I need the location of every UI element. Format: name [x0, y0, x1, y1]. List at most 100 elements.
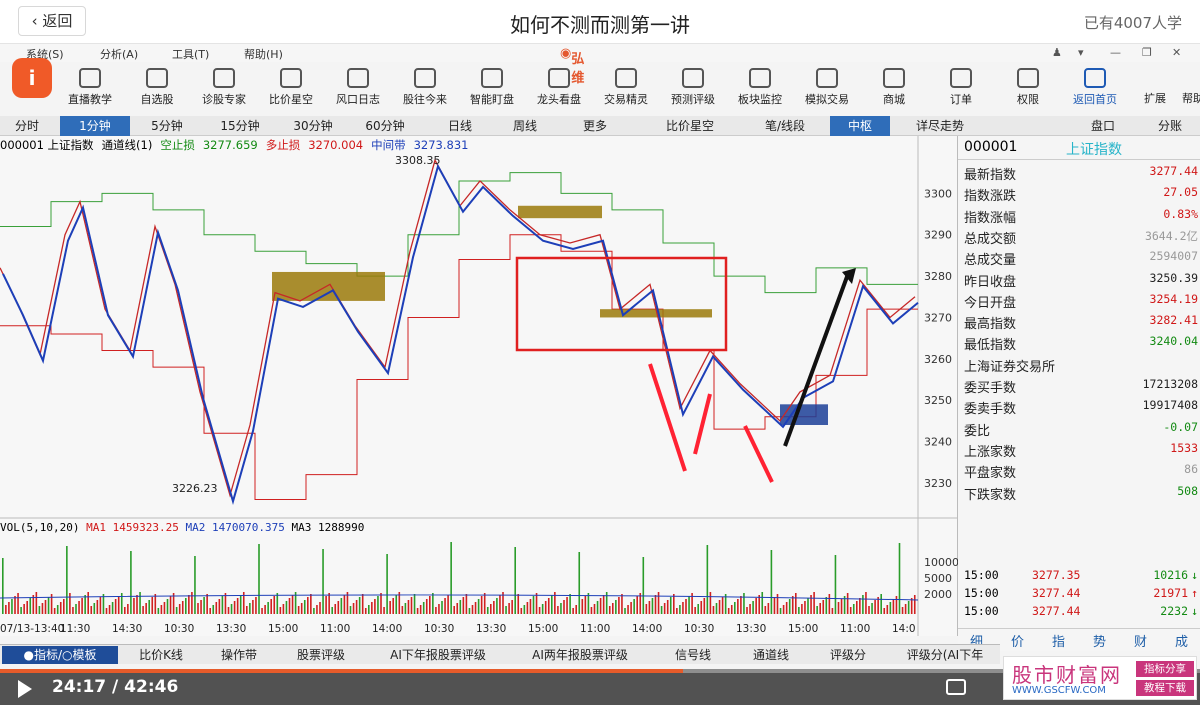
period-tab[interactable]: 盘口 — [1068, 116, 1138, 136]
skin-icon[interactable]: ▾ — [1078, 46, 1084, 59]
toolbar-item[interactable]: 龙头看盘 — [529, 64, 589, 116]
indicator-tab[interactable]: 评级分 — [810, 646, 886, 664]
toolbar-item[interactable]: 订单 — [931, 64, 991, 116]
period-tab[interactable]: 日线 — [430, 116, 490, 136]
quote-tab[interactable]: 成 — [1175, 631, 1188, 650]
volume-bar — [380, 593, 382, 614]
quote-row-value: 3254.19 — [1149, 291, 1198, 306]
time-tick-label: 07/13-13:40 — [0, 623, 64, 635]
toolbar-item-label: 诊股专家 — [202, 93, 246, 106]
volume-bar — [676, 608, 678, 614]
indicator-tab[interactable]: 通道线 — [735, 646, 807, 664]
toolbar-item[interactable]: 比价星空 — [261, 64, 321, 116]
period-tab[interactable]: 15分钟 — [205, 116, 275, 136]
volume-bar — [904, 604, 907, 614]
toolbar-item[interactable]: 自选股 — [127, 64, 187, 116]
user-icon[interactable]: ♟ — [1052, 46, 1062, 59]
volume-bar — [566, 597, 568, 614]
volume-bar — [465, 594, 468, 614]
caption-icon[interactable] — [946, 679, 966, 695]
indicator-tab[interactable]: 信号线 — [655, 646, 731, 664]
quote-tab[interactable]: 势 — [1093, 631, 1106, 650]
volume-bar — [331, 607, 333, 614]
period-tab[interactable]: 详尽走势 — [895, 116, 985, 136]
indicator-tab[interactable]: ●指标/○模板 — [2, 646, 118, 664]
toolbar-item[interactable]: 风口日志 — [328, 64, 388, 116]
kline-chart[interactable]: 000001 上证指数 通道线(1) 空止损 3277.659 多止损 3270.004 中… — [0, 136, 958, 636]
volume-bar — [779, 608, 782, 614]
period-tab[interactable]: 5分钟 — [132, 116, 202, 136]
volume-bar — [44, 600, 47, 614]
toolbar-item[interactable]: 权限 — [998, 64, 1058, 116]
play-icon[interactable] — [18, 680, 32, 698]
close-icon[interactable]: ✕ — [1172, 46, 1181, 59]
period-tab[interactable]: 30分钟 — [278, 116, 348, 136]
menu-help[interactable]: 帮助(H) — [244, 46, 283, 62]
volume-bar — [374, 599, 376, 614]
quote-row-label: 上海证券交易所 — [964, 359, 1056, 375]
volume-bar — [8, 602, 10, 614]
price-tick-label: 3280 — [924, 270, 952, 283]
volume-bar — [532, 596, 535, 614]
quote-tab[interactable]: 指 — [1052, 631, 1065, 650]
volume-bar — [191, 592, 193, 614]
toolbar-item-icon — [213, 68, 235, 88]
volume-bar — [828, 594, 831, 614]
toolbar-item-label: 商城 — [883, 93, 905, 106]
toolbar-item[interactable]: 模拟交易 — [797, 64, 857, 116]
toolbar-item[interactable]: 预测评级 — [663, 64, 723, 116]
toolbar-item[interactable]: 返回首页 — [1065, 64, 1125, 116]
quote-row-label: 总成交额 — [964, 231, 1017, 247]
video-player[interactable]: 系统(S) 分析(A) 工具(T) 帮助(H) ◉ 弘维 ♟ ▾ — ❐ ✕ i … — [0, 44, 1200, 705]
toolbar-item-icon — [414, 68, 436, 88]
indicator-tab[interactable]: 操作带 — [205, 646, 273, 664]
volume-bar — [557, 606, 559, 614]
toolbar-item[interactable]: 智能盯盘 — [462, 64, 522, 116]
period-tab[interactable]: 分账 — [1140, 116, 1200, 136]
toolbar-item[interactable]: 直播教学 — [60, 64, 120, 116]
volume-bar — [852, 604, 855, 614]
toolbar-item[interactable]: 商城 — [864, 64, 924, 116]
toolbar-item[interactable]: 板块监控 — [730, 64, 790, 116]
indicator-tab[interactable]: 股票评级 — [275, 646, 367, 664]
toolbar-right-item[interactable]: 扩展 — [1138, 64, 1172, 116]
volume-bar — [310, 594, 312, 614]
indicator-tab[interactable]: AI下年报股票评级 — [370, 646, 506, 664]
volume-bar — [871, 603, 873, 614]
quote-tab[interactable]: 价 — [1011, 631, 1024, 650]
volume-bar — [496, 598, 498, 614]
volume-bar — [56, 605, 59, 614]
volume-bar — [865, 592, 867, 614]
minimize-icon[interactable]: — — [1110, 46, 1121, 59]
volume-bar — [111, 602, 114, 614]
toolbar-item[interactable]: 股往今来 — [395, 64, 455, 116]
volume-bar — [602, 595, 605, 614]
volume-bar — [673, 594, 675, 614]
indicator-tab[interactable]: 比价K线 — [120, 646, 202, 664]
indicator-tab[interactable]: AI两年报股票评级 — [510, 646, 650, 664]
indicator-tab[interactable]: 评级分(AI下年 — [890, 646, 1000, 664]
toolbar-item[interactable]: 交易精灵 — [596, 64, 656, 116]
period-tab[interactable]: 笔/线段 — [750, 116, 820, 136]
period-tab[interactable]: 周线 — [495, 116, 555, 136]
ma1-label: MA1 — [86, 521, 106, 534]
quote-row: 总成交额 3644.2亿 — [964, 228, 1200, 249]
toolbar-item[interactable]: 诊股专家 — [194, 64, 254, 116]
volume-bar — [11, 599, 13, 614]
toolbar-right-item[interactable]: 帮助 — [1176, 64, 1200, 116]
quote-tab[interactable]: 财 — [1134, 631, 1147, 650]
volume-bar — [386, 554, 388, 614]
menu-analysis[interactable]: 分析(A) — [100, 46, 138, 62]
period-tab[interactable]: 比价星空 — [640, 116, 740, 136]
period-tab[interactable]: 1分钟 — [60, 116, 130, 136]
volume-bar — [87, 592, 89, 614]
period-tab[interactable]: 更多 — [565, 116, 625, 136]
toolbar-item-label: 订单 — [950, 93, 972, 106]
volume-bar — [907, 601, 910, 614]
quote-row-value: 86 — [1184, 462, 1198, 477]
menu-tools[interactable]: 工具(T) — [172, 46, 209, 62]
period-tab[interactable]: 中枢 — [830, 116, 890, 136]
period-tab[interactable]: 60分钟 — [350, 116, 420, 136]
period-tab[interactable]: 分时 — [2, 116, 52, 136]
restore-icon[interactable]: ❐ — [1142, 46, 1152, 59]
